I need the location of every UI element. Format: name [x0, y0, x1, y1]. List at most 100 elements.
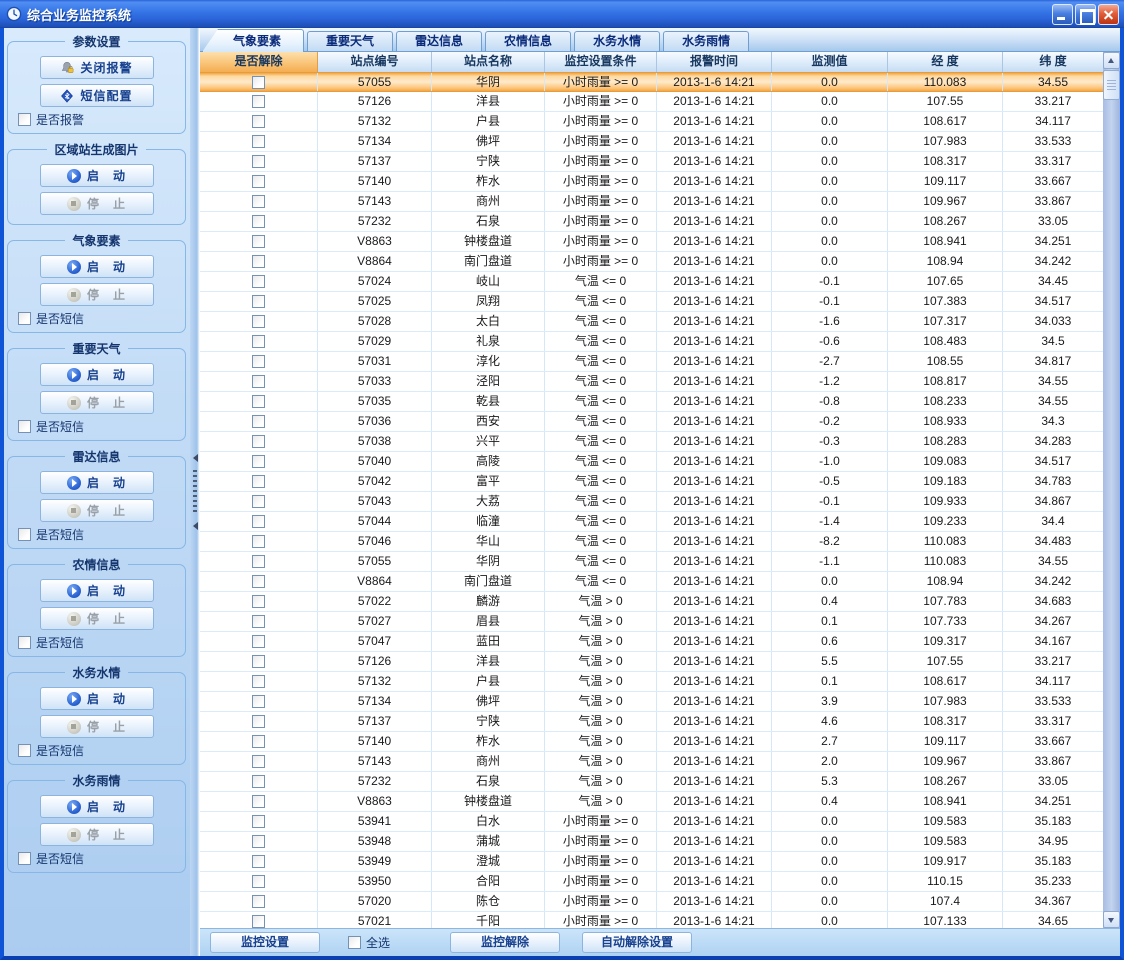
table-row[interactable]: 57140 柞水 小时雨量 >= 0 2013-1-6 14:21 0.0 10… [200, 172, 1103, 192]
table-row[interactable]: 57020 陈仓 小时雨量 >= 0 2013-1-6 14:21 0.0 10… [200, 892, 1103, 912]
table-row[interactable]: 57140 柞水 气温 > 0 2013-1-6 14:21 2.7 109.1… [200, 732, 1103, 752]
table-row[interactable]: 57137 宁陕 小时雨量 >= 0 2013-1-6 14:21 0.0 10… [200, 152, 1103, 172]
release-checkbox[interactable] [252, 115, 265, 128]
table-row[interactable]: 57035 乾县 气温 <= 0 2013-1-6 14:21 -0.8 108… [200, 392, 1103, 412]
water-rain-start-button[interactable]: 启 动 [40, 795, 154, 818]
monitor-set-button[interactable]: 监控设置 [210, 932, 320, 953]
release-checkbox[interactable] [252, 695, 265, 708]
collapse-arrow-icon[interactable] [193, 522, 198, 530]
header-station-name[interactable]: 站点名称 [432, 52, 545, 72]
table-row[interactable]: 57047 蓝田 气温 > 0 2013-1-6 14:21 0.6 109.3… [200, 632, 1103, 652]
scroll-up-button[interactable] [1103, 52, 1120, 69]
table-row[interactable]: 57232 石泉 小时雨量 >= 0 2013-1-6 14:21 0.0 10… [200, 212, 1103, 232]
maximize-button[interactable] [1075, 4, 1096, 25]
table-row[interactable]: 57028 太白 气温 <= 0 2013-1-6 14:21 -1.6 107… [200, 312, 1103, 332]
table-row[interactable]: 57025 凤翔 气温 <= 0 2013-1-6 14:21 -0.1 107… [200, 292, 1103, 312]
table-scrollbar[interactable] [1103, 52, 1120, 928]
table-row[interactable]: V8863 钟楼盘道 小时雨量 >= 0 2013-1-6 14:21 0.0 … [200, 232, 1103, 252]
monitor-release-button[interactable]: 监控解除 [450, 932, 560, 953]
radar-start-button[interactable]: 启 动 [40, 471, 154, 494]
header-monitor-value[interactable]: 监测值 [772, 52, 888, 72]
sms-enable-checkbox[interactable] [18, 744, 31, 757]
scroll-down-button[interactable] [1103, 911, 1120, 928]
release-checkbox[interactable] [252, 855, 265, 868]
release-checkbox[interactable] [252, 355, 265, 368]
table-row[interactable]: 57022 麟游 气温 > 0 2013-1-6 14:21 0.4 107.7… [200, 592, 1103, 612]
release-checkbox[interactable] [252, 76, 265, 89]
table-row[interactable]: 57044 临潼 气温 <= 0 2013-1-6 14:21 -1.4 109… [200, 512, 1103, 532]
release-checkbox[interactable] [252, 275, 265, 288]
agriculture-start-button[interactable]: 启 动 [40, 579, 154, 602]
release-checkbox[interactable] [252, 835, 265, 848]
tab-agriculture-info[interactable]: 农情信息 [485, 31, 571, 51]
header-alarm-time[interactable]: 报警时间 [657, 52, 772, 72]
important-weather-start-button[interactable]: 启 动 [40, 363, 154, 386]
weather-elements-start-button[interactable]: 启 动 [40, 255, 154, 278]
tab-important-weather[interactable]: 重要天气 [307, 31, 393, 51]
release-checkbox[interactable] [252, 375, 265, 388]
release-checkbox[interactable] [252, 235, 265, 248]
alarm-enable-checkbox[interactable] [18, 113, 31, 126]
region-image-start-button[interactable]: 启 动 [40, 164, 154, 187]
release-checkbox[interactable] [252, 455, 265, 468]
table-row[interactable]: 57055 华阴 小时雨量 >= 0 2013-1-6 14:21 0.0 11… [200, 72, 1103, 92]
table-row[interactable]: 57134 佛坪 小时雨量 >= 0 2013-1-6 14:21 0.0 10… [200, 132, 1103, 152]
release-checkbox[interactable] [252, 615, 265, 628]
splitter-grip[interactable] [193, 470, 197, 514]
table-row[interactable]: 53941 白水 小时雨量 >= 0 2013-1-6 14:21 0.0 10… [200, 812, 1103, 832]
release-checkbox[interactable] [252, 875, 265, 888]
table-row[interactable]: V8864 南门盘道 气温 <= 0 2013-1-6 14:21 0.0 10… [200, 572, 1103, 592]
table-row[interactable]: 57038 兴平 气温 <= 0 2013-1-6 14:21 -0.3 108… [200, 432, 1103, 452]
radar-stop-button[interactable]: 停 止 [40, 499, 154, 522]
table-row[interactable]: 57040 高陵 气温 <= 0 2013-1-6 14:21 -1.0 109… [200, 452, 1103, 472]
table-row[interactable]: 57046 华山 气温 <= 0 2013-1-6 14:21 -8.2 110… [200, 532, 1103, 552]
table-row[interactable]: 57029 礼泉 气温 <= 0 2013-1-6 14:21 -0.6 108… [200, 332, 1103, 352]
release-checkbox[interactable] [252, 675, 265, 688]
scroll-thumb[interactable] [1103, 70, 1120, 100]
release-checkbox[interactable] [252, 295, 265, 308]
close-alarm-button[interactable]: 关闭报警 [40, 56, 154, 79]
table-row[interactable]: 57132 户县 气温 > 0 2013-1-6 14:21 0.1 108.6… [200, 672, 1103, 692]
release-checkbox[interactable] [252, 335, 265, 348]
release-checkbox[interactable] [252, 795, 265, 808]
table-row[interactable]: 53949 澄城 小时雨量 >= 0 2013-1-6 14:21 0.0 10… [200, 852, 1103, 872]
release-checkbox[interactable] [252, 595, 265, 608]
table-row[interactable]: 57055 华阴 气温 <= 0 2013-1-6 14:21 -1.1 110… [200, 552, 1103, 572]
table-row[interactable]: 57043 大荔 气温 <= 0 2013-1-6 14:21 -0.1 109… [200, 492, 1103, 512]
release-checkbox[interactable] [252, 175, 265, 188]
water-level-start-button[interactable]: 启 动 [40, 687, 154, 710]
sms-config-button[interactable]: 短信配置 [40, 84, 154, 107]
release-checkbox[interactable] [252, 755, 265, 768]
table-row[interactable]: 57232 石泉 气温 > 0 2013-1-6 14:21 5.3 108.2… [200, 772, 1103, 792]
table-row[interactable]: 57134 佛坪 气温 > 0 2013-1-6 14:21 3.9 107.9… [200, 692, 1103, 712]
table-row[interactable]: 57137 宁陕 气温 > 0 2013-1-6 14:21 4.6 108.3… [200, 712, 1103, 732]
release-checkbox[interactable] [252, 155, 265, 168]
table-row[interactable]: 57126 洋县 气温 > 0 2013-1-6 14:21 5.5 107.5… [200, 652, 1103, 672]
header-latitude[interactable]: 纬 度 [1003, 52, 1103, 72]
release-checkbox[interactable] [252, 515, 265, 528]
table-row[interactable]: 57042 富平 气温 <= 0 2013-1-6 14:21 -0.5 109… [200, 472, 1103, 492]
minimize-button[interactable] [1052, 4, 1073, 25]
sidebar-splitter[interactable] [190, 28, 200, 956]
release-checkbox[interactable] [252, 555, 265, 568]
table-row[interactable]: 57143 商州 气温 > 0 2013-1-6 14:21 2.0 109.9… [200, 752, 1103, 772]
table-row[interactable]: 57033 泾阳 气温 <= 0 2013-1-6 14:21 -1.2 108… [200, 372, 1103, 392]
release-checkbox[interactable] [252, 635, 265, 648]
table-row[interactable]: 53950 合阳 小时雨量 >= 0 2013-1-6 14:21 0.0 11… [200, 872, 1103, 892]
select-all-checkbox[interactable] [348, 936, 361, 949]
release-checkbox[interactable] [252, 535, 265, 548]
auto-release-button[interactable]: 自动解除设置 [582, 932, 692, 953]
table-row[interactable]: 57024 岐山 气温 <= 0 2013-1-6 14:21 -0.1 107… [200, 272, 1103, 292]
scroll-track[interactable] [1103, 101, 1120, 911]
water-level-stop-button[interactable]: 停 止 [40, 715, 154, 738]
tab-water-rain[interactable]: 水务雨情 [663, 31, 749, 51]
release-checkbox[interactable] [252, 915, 265, 928]
collapse-arrow-icon[interactable] [193, 454, 198, 462]
sms-enable-checkbox[interactable] [18, 528, 31, 541]
table-row[interactable]: V8864 南门盘道 小时雨量 >= 0 2013-1-6 14:21 0.0 … [200, 252, 1103, 272]
release-checkbox[interactable] [252, 215, 265, 228]
table-row[interactable]: 53948 蒲城 小时雨量 >= 0 2013-1-6 14:21 0.0 10… [200, 832, 1103, 852]
weather-elements-stop-button[interactable]: 停 止 [40, 283, 154, 306]
release-checkbox[interactable] [252, 435, 265, 448]
release-checkbox[interactable] [252, 715, 265, 728]
